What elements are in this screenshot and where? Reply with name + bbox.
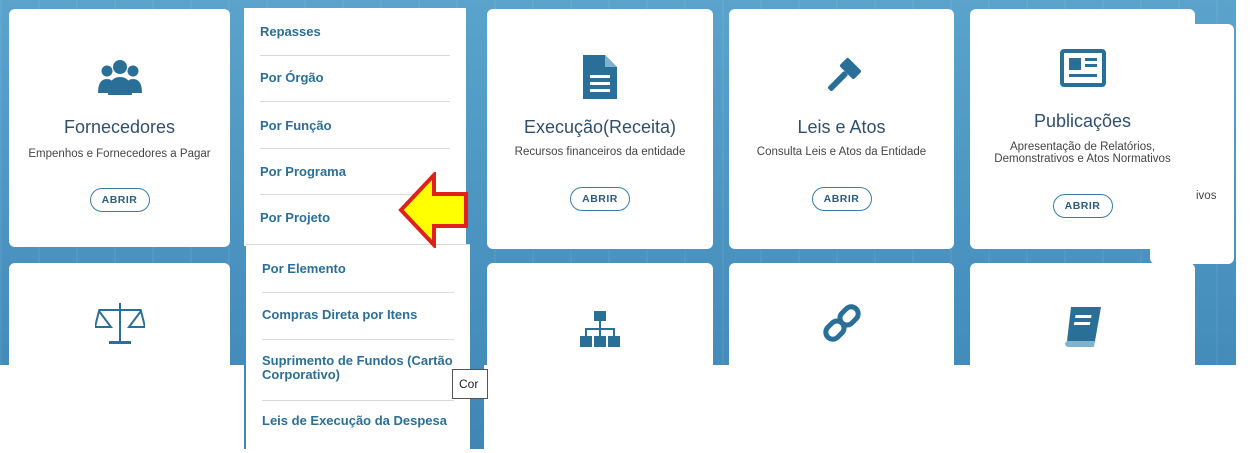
menu-item-leis-execucao[interactable]: Leis de Execução da Despesa bbox=[262, 414, 454, 427]
menu-item-repasses[interactable]: Repasses bbox=[260, 24, 450, 39]
open-button[interactable]: ABRIR bbox=[570, 187, 630, 211]
open-button[interactable]: ABRIR bbox=[811, 187, 872, 211]
card-title: Publicações bbox=[1033, 111, 1132, 131]
dropdown-menu-continued: Por Elemento Compras Direta por Itens Su… bbox=[246, 244, 470, 449]
menu-item-por-funcao[interactable]: Por Função bbox=[260, 118, 450, 133]
bottom-overlay-left bbox=[0, 365, 244, 449]
link-icon bbox=[729, 303, 954, 343]
bottom-overlay-right bbox=[484, 365, 1254, 449]
annotation-arrow-icon bbox=[398, 172, 468, 248]
card-title: Fornecedores bbox=[63, 117, 176, 137]
card-fornecedores[interactable]: Fornecedores Empenhos e Fornecedores a P… bbox=[9, 9, 230, 247]
newspaper-icon bbox=[970, 49, 1195, 87]
divider bbox=[260, 101, 450, 102]
sitemap-icon bbox=[487, 311, 713, 349]
menu-item-por-elemento[interactable]: Por Elemento bbox=[262, 261, 454, 276]
open-button[interactable]: ABRIR bbox=[1052, 194, 1113, 218]
card-description: Consulta Leis e Atos da Entidade bbox=[756, 146, 927, 158]
card-title: Leis e Atos bbox=[797, 117, 886, 137]
card-description: Apresentação de Relatórios, Demonstrativ… bbox=[994, 141, 1171, 165]
menu-item-suprimento-fundos[interactable]: Suprimento de Fundos (Cartão Corporativo… bbox=[262, 354, 454, 382]
partial-text: ivos bbox=[1196, 190, 1217, 202]
card-description: Empenhos e Fornecedores a Pagar bbox=[28, 148, 211, 160]
gavel-icon bbox=[729, 57, 954, 97]
divider bbox=[260, 55, 450, 56]
divider bbox=[262, 292, 454, 293]
card-description: Recursos financeiros da entidade bbox=[514, 146, 686, 158]
book-icon bbox=[970, 307, 1195, 347]
scales-icon bbox=[9, 301, 230, 345]
document-icon bbox=[487, 55, 713, 99]
card-title: Execução(Receita) bbox=[523, 117, 677, 137]
menu-item-por-orgao[interactable]: Por Órgão bbox=[260, 70, 450, 85]
divider bbox=[262, 400, 454, 401]
divider bbox=[260, 148, 450, 149]
tooltip: Cor bbox=[452, 369, 488, 399]
card-publicacoes[interactable]: Publicações Apresentação de Relatórios, … bbox=[970, 9, 1195, 249]
users-icon bbox=[9, 57, 230, 97]
open-button[interactable]: ABRIR bbox=[89, 188, 150, 212]
divider bbox=[262, 339, 454, 340]
card-execucao-receita[interactable]: Execução(Receita) Recursos financeiros d… bbox=[487, 9, 713, 249]
menu-item-compras-direta[interactable]: Compras Direta por Itens bbox=[262, 307, 454, 322]
card-leis-atos[interactable]: Leis e Atos Consulta Leis e Atos da Enti… bbox=[729, 9, 954, 249]
right-edge-panel bbox=[1236, 0, 1254, 449]
